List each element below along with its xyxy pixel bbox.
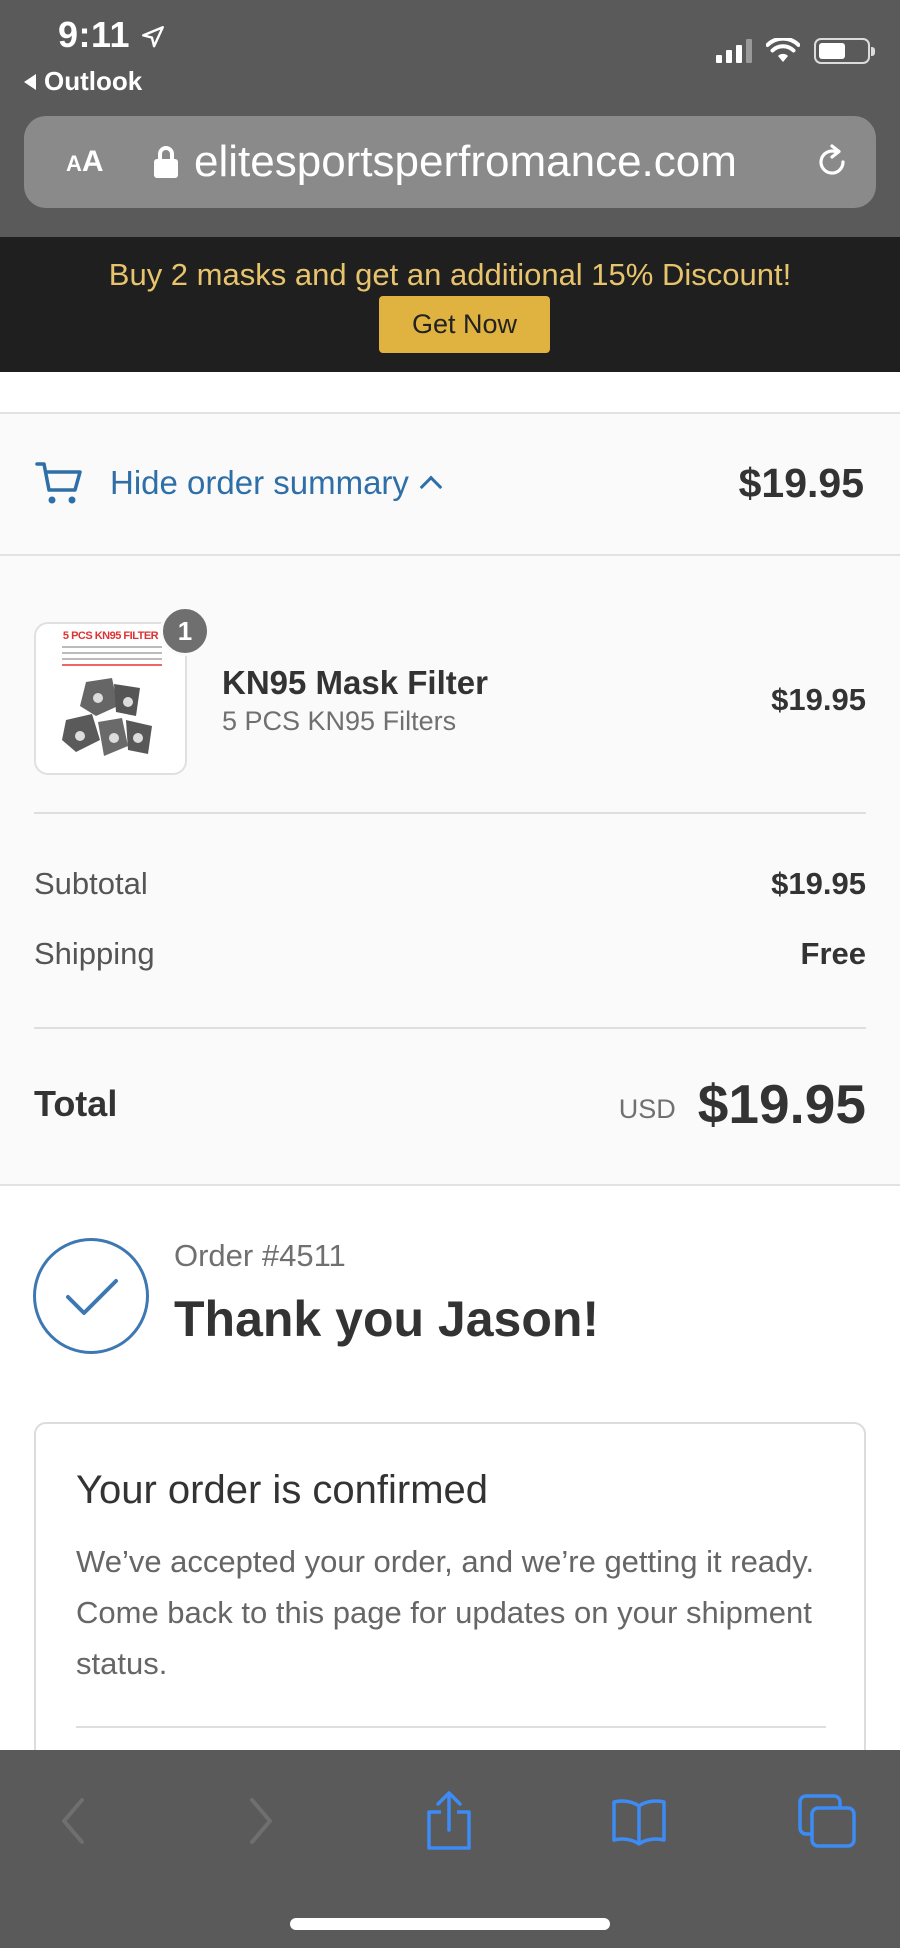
shipping-value: Free [800,936,866,971]
location-arrow-icon [142,26,164,48]
chevron-up-icon [419,475,443,499]
product-name: KN95 Mask Filter [222,664,488,701]
subtotal-row: Subtotal $19.95 [34,866,866,902]
thank-you-heading: Thank you Jason! [174,1291,600,1347]
cellular-signal-icon [716,39,752,63]
confirmed-body: We’ve accepted your order, and we’re get… [76,1544,815,1681]
back-to-app-button[interactable]: Outlook [24,66,142,97]
order-summary: Hide order summary $19.95 5 PCS KN95 FIL… [0,414,900,1186]
share-button[interactable] [414,1786,484,1856]
tabs-button[interactable] [792,1786,862,1856]
bookmarks-icon [612,1799,666,1846]
text-size-button[interactable]: AA [66,145,126,179]
cart-icon [35,462,82,504]
order-summary-toggle[interactable]: Hide order summary $19.95 [0,414,900,556]
forward-icon [250,1798,272,1844]
hide-summary-label[interactable]: Hide order summary [110,464,443,502]
shipping-label: Shipping [34,936,155,971]
battery-icon [814,38,875,64]
product-variant: 5 PCS KN95 Filters [222,706,457,736]
line-item: 5 PCS KN95 FILTER 1 KN95 Mask Filter 5 P… [34,606,866,775]
card-divider [76,1726,826,1728]
system-status-icons [716,38,875,64]
order-number: Order #4511 [174,1238,346,1273]
wifi-icon [766,38,800,62]
lock-icon [154,146,178,178]
total-label: Total [34,1083,118,1124]
reload-icon[interactable] [812,142,852,182]
back-button[interactable] [38,1786,108,1856]
share-icon [427,1791,471,1850]
get-now-button[interactable]: Get Now [379,296,550,353]
subtotal-label: Subtotal [34,866,148,901]
subtotal-value: $19.95 [771,866,866,901]
promo-banner: Buy 2 masks and get an additional 15% Di… [0,237,900,372]
summary-total: $19.95 [738,460,864,506]
header-spacer [0,372,900,414]
forward-button[interactable] [226,1786,296,1856]
url-text[interactable]: elitesportsperfromance.com [194,137,794,187]
back-triangle-icon [24,73,36,90]
total-value: $19.95 [697,1073,866,1135]
back-icon [62,1798,84,1844]
shipping-row: Shipping Free [34,936,866,972]
back-app-label: Outlook [44,66,143,96]
totals-divider [34,1027,866,1029]
address-bar[interactable]: AA elitesportsperfromance.com [24,116,876,208]
mask-filters-image [62,678,152,756]
quantity-badge: 1 [160,606,210,656]
product-price: $19.95 [771,682,866,717]
confirmed-check-icon [33,1238,149,1354]
home-indicator[interactable] [290,1918,610,1930]
bookmarks-button[interactable] [604,1786,674,1856]
status-time: 9:11 [58,14,131,55]
summary-divider [34,812,866,814]
total-currency: USD [618,1093,676,1124]
confirmed-title: Your order is confirmed [76,1468,489,1512]
browser-chrome: 9:11 Outlook AA elitesportsperfromance.c… [0,0,900,237]
total-row: Total USD $19.95 [34,1072,866,1136]
tabs-icon [798,1794,856,1848]
promo-text: Buy 2 masks and get an additional 15% Di… [108,257,792,292]
